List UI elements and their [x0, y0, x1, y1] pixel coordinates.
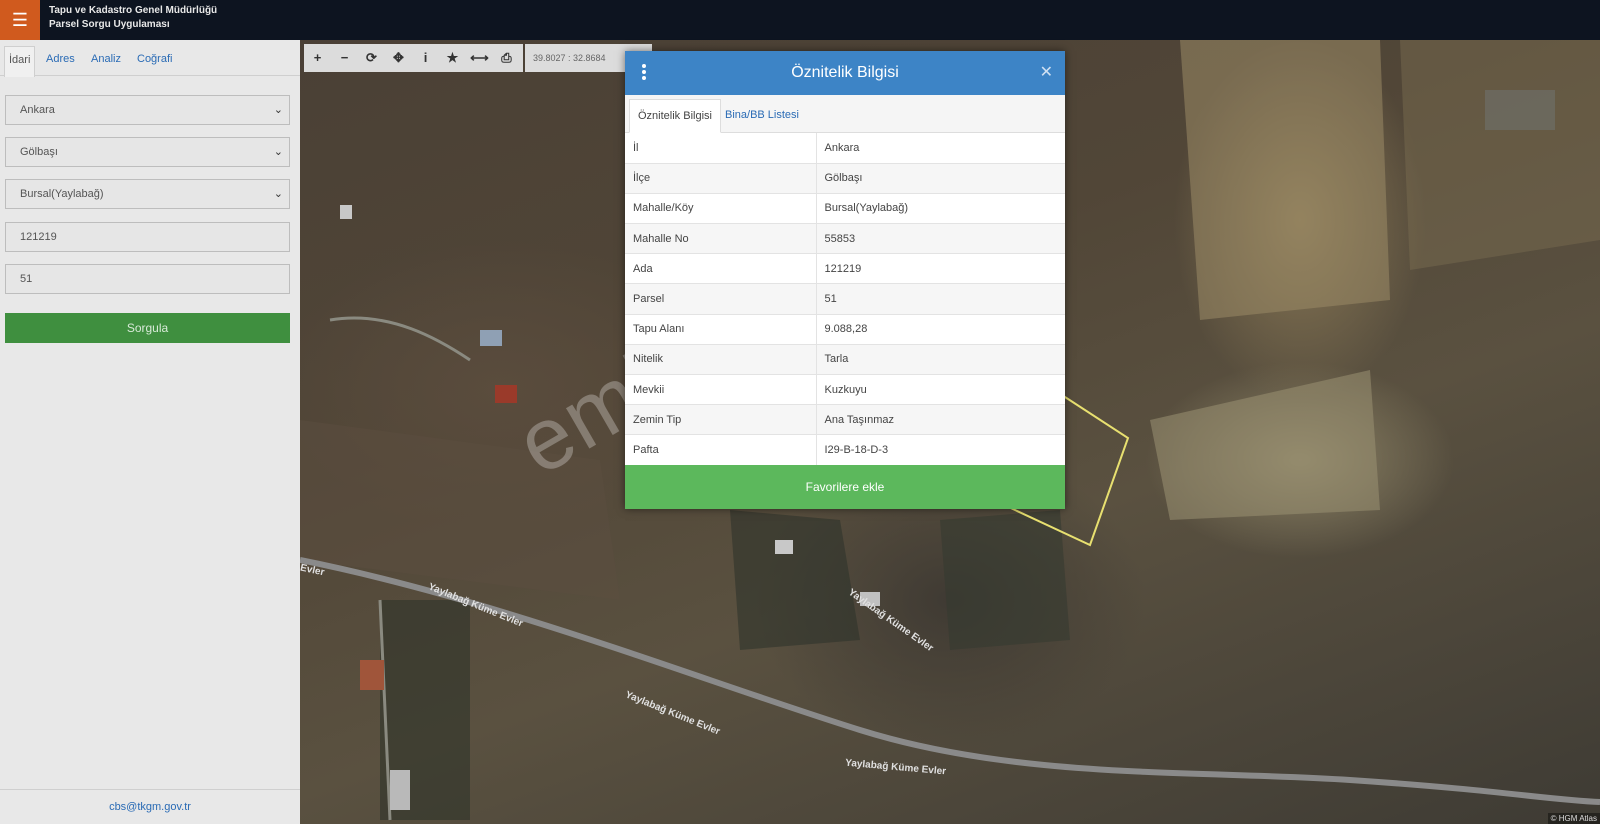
info-icon[interactable]: i: [412, 44, 439, 72]
map-attribution: © HGM Atlas: [1547, 813, 1600, 824]
province-select[interactable]: Ankara ⌄: [5, 95, 290, 125]
attribute-value: Ana Taşınmaz: [816, 404, 1065, 436]
table-row: Tapu Alanı 9.088,28: [625, 314, 1065, 345]
attribute-key: İlçe: [625, 163, 817, 194]
attribute-value: 51: [816, 283, 1065, 315]
app-title: Tapu ve Kadastro Genel Müdürlüğü Parsel …: [49, 4, 217, 32]
field-patch: [1180, 40, 1390, 320]
dialog-header: Öznitelik Bilgisi ✕: [625, 51, 1065, 95]
hamburger-menu-button[interactable]: ☰: [0, 0, 40, 40]
tab-oznitelik-bilgisi[interactable]: Öznitelik Bilgisi: [629, 99, 721, 133]
attribute-value: Bursal(Yaylabağ): [816, 193, 1065, 225]
attribute-key: Ada: [625, 253, 817, 285]
attribute-key: Mahalle/Köy: [625, 193, 817, 225]
attribute-value: 121219: [816, 253, 1065, 285]
attribute-table: İl Ankara İlçe Gölbaşı Mahalle/Köy Bursal(Yay…: [625, 133, 1065, 466]
sidebar-tabs: İdari Adres Analiz Coğrafi: [0, 40, 300, 77]
attribute-value: I29-B-18-D-3: [816, 434, 1065, 466]
table-row: Zemin Tip Ana Taşınmaz: [625, 404, 1065, 436]
neighborhood-value: Bursal(Yaylabağ): [20, 188, 104, 200]
refresh-icon[interactable]: ⟳: [358, 44, 385, 72]
contact-email-link[interactable]: cbs@tkgm.gov.tr: [0, 789, 300, 824]
table-row: Ada 121219: [625, 253, 1065, 285]
building: [390, 770, 410, 810]
attribute-key: Nitelik: [625, 344, 817, 376]
table-row: İlçe Gölbaşı: [625, 163, 1065, 194]
print-icon[interactable]: ⎙: [493, 44, 520, 72]
attribute-key: Parsel: [625, 283, 817, 315]
side-road: [329, 316, 471, 362]
attribute-key: Pafta: [625, 434, 817, 466]
district-select[interactable]: Gölbaşı ⌄: [5, 137, 290, 167]
tab-bina-bb-listesi[interactable]: Bina/BB Listesi: [717, 99, 807, 133]
attribute-key: İl: [625, 133, 817, 164]
table-row: Parsel 51: [625, 283, 1065, 315]
block-input[interactable]: 121219: [5, 222, 290, 252]
orchard-patch: [730, 510, 860, 650]
chevron-down-icon: ⌄: [273, 104, 283, 116]
app-header: ☰ Tapu ve Kadastro Genel Müdürlüğü Parse…: [0, 0, 1600, 40]
parcel-input[interactable]: 51: [5, 264, 290, 294]
neighborhood-select[interactable]: Bursal(Yaylabağ) ⌄: [5, 179, 290, 209]
parcel-value: 51: [20, 273, 33, 285]
table-row: Nitelik Tarla: [625, 344, 1065, 376]
app-title-line1: Tapu ve Kadastro Genel Müdürlüğü: [49, 5, 218, 16]
dialog-tabs: Öznitelik Bilgisi Bina/BB Listesi: [625, 95, 1065, 133]
add-to-favorites-button[interactable]: Favorilere ekle: [625, 465, 1065, 509]
building-cluster: [1485, 90, 1555, 130]
attribute-value: Ankara: [816, 133, 1065, 164]
app-title-line2: Parsel Sorgu Uygulaması: [49, 19, 170, 30]
zoom-in-icon[interactable]: +: [304, 44, 331, 72]
attribute-value: Gölbaşı: [816, 163, 1065, 194]
attribute-value: Tarla: [816, 344, 1065, 376]
field-patch: [1150, 370, 1380, 520]
building: [360, 660, 384, 690]
attribute-value: 55853: [816, 223, 1065, 255]
tab-adres[interactable]: Adres: [42, 46, 79, 76]
attribute-key: Mahalle No: [625, 223, 817, 255]
block-value: 121219: [20, 231, 57, 243]
attribute-info-dialog: Öznitelik Bilgisi ✕ Öznitelik Bilgisi Bi…: [625, 51, 1065, 509]
kebab-menu-icon[interactable]: [639, 63, 649, 83]
province-value: Ankara: [20, 104, 55, 116]
query-sidebar: İdari Adres Analiz Coğrafi Ankara ⌄ Gölb…: [0, 40, 300, 824]
tab-idari[interactable]: İdari: [4, 46, 36, 77]
orchard-patch: [940, 510, 1070, 650]
map-toolbar: + − ⟳ ✥ i ★ ⟷ ⎙: [304, 44, 523, 72]
tab-cografi[interactable]: Coğrafi: [133, 46, 176, 76]
attribute-key: Zemin Tip: [625, 404, 817, 436]
attribute-key: Mevkii: [625, 374, 817, 406]
building: [480, 330, 502, 346]
dialog-title: Öznitelik Bilgisi: [791, 64, 899, 81]
locate-icon[interactable]: ✥: [385, 44, 412, 72]
attribute-value: 9.088,28: [816, 314, 1065, 345]
hamburger-icon: ☰: [11, 9, 29, 30]
attribute-value: Kuzkuyu: [816, 374, 1065, 406]
building: [775, 540, 793, 554]
chevron-down-icon: ⌄: [273, 146, 283, 158]
query-button[interactable]: Sorgula: [5, 313, 290, 343]
table-row: Mevkii Kuzkuyu: [625, 374, 1065, 406]
table-row: Pafta I29-B-18-D-3: [625, 434, 1065, 466]
table-row: İl Ankara: [625, 133, 1065, 164]
district-value: Gölbaşı: [20, 146, 58, 158]
table-row: Mahalle/Köy Bursal(Yaylabağ): [625, 193, 1065, 225]
chevron-down-icon: ⌄: [273, 188, 283, 200]
star-icon[interactable]: ★: [439, 44, 466, 72]
close-icon[interactable]: ✕: [1040, 62, 1053, 82]
attribute-key: Tapu Alanı: [625, 314, 817, 345]
tab-analiz[interactable]: Analiz: [87, 46, 125, 76]
field-patch: [1400, 40, 1600, 270]
table-row: Mahalle No 55853: [625, 223, 1065, 255]
building: [340, 205, 352, 219]
zoom-out-icon[interactable]: −: [331, 44, 358, 72]
measure-icon[interactable]: ⟷: [466, 44, 493, 72]
